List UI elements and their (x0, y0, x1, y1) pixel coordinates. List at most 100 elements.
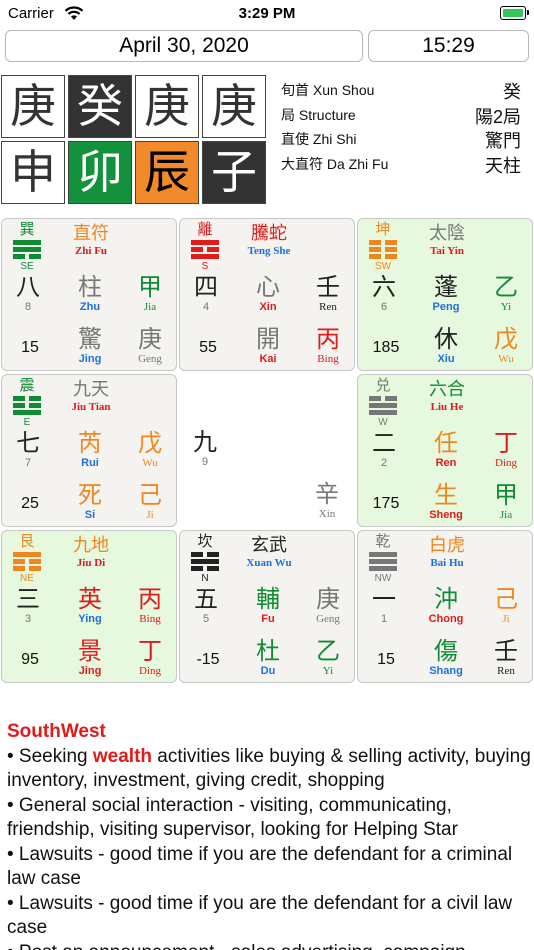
info-value: 天柱 (485, 155, 521, 176)
palace-sw[interactable]: 坤 SW 太陰 Tai Yin 六 6 蓬 Peng 乙 Yi 185 休 Xi… (357, 218, 533, 371)
trigram-name: 兑 (375, 376, 391, 394)
description-line: • General social interaction - visiting,… (7, 794, 458, 841)
deity-pinyin: Zhi Fu (74, 245, 108, 257)
star-name: 蓬 (434, 273, 458, 301)
deity-name: 直符 (73, 223, 109, 244)
trigram-icon (13, 552, 41, 572)
score-number: 25 (21, 495, 39, 512)
info-label: 大直符 Da Zhi Fu (281, 155, 389, 172)
door-pinyin: Jing (78, 665, 102, 677)
palace-n[interactable]: 坎 N 玄武 Xuan Wu 五 5 輔 Fu 庚 Geng -15 杜 Du … (179, 530, 355, 683)
earth-stem: 壬 Ren (494, 637, 518, 677)
trigram-name: 坎 (197, 532, 213, 550)
door-name: 杜 (256, 637, 280, 665)
info-label: 旬首 Xun Shou (281, 82, 375, 98)
door-name: 休 (434, 325, 458, 353)
direction-label: W (378, 417, 388, 428)
door-pinyin: Sheng (429, 509, 463, 521)
trigram-name: 離 (197, 220, 213, 238)
star-block: 沖 Chong (424, 585, 468, 626)
earth-number: 九 9 (193, 428, 217, 468)
deity-name: 騰蛇 (251, 223, 287, 244)
star-name: 芮 (78, 429, 102, 457)
door-pinyin: Jing (78, 353, 102, 365)
heaven-stem: 丙 Bing (138, 585, 162, 625)
trigram-name: 乾 (375, 532, 391, 550)
star-pinyin: Zhu (79, 301, 101, 313)
star-name: 心 (256, 273, 280, 301)
deity-pinyin: Tai Yin (430, 245, 464, 257)
star-pinyin: Peng (432, 301, 460, 313)
battery-charging-icon (500, 6, 529, 20)
star-block: 心 Xin (246, 273, 290, 314)
star-block: 輔 Fu (246, 585, 290, 626)
trigram-icon (369, 396, 397, 416)
deity-pinyin: Liu He (430, 401, 464, 413)
deity-block: 騰蛇 Teng She (246, 223, 292, 258)
deity-name: 玄武 (251, 535, 287, 556)
palace-nw[interactable]: 乾 NW 白虎 Bai Hu 一 1 沖 Chong 己 Ji 15 傷 Sha… (357, 530, 533, 683)
info-value: 驚門 (485, 131, 521, 151)
trigram-name: 震 (19, 376, 35, 394)
palace-w[interactable]: 兑 W 六合 Liu He 二 2 任 Ren 丁 Ding 175 生 She… (357, 374, 533, 527)
time-field[interactable]: 15:29 (368, 30, 529, 62)
trigram-block: 乾 NW (366, 533, 400, 584)
deity-pinyin: Bai Hu (430, 557, 464, 569)
direction-label: E (23, 417, 31, 428)
score-number: 185 (372, 339, 400, 356)
palace-se[interactable]: 巽 SE 直符 Zhi Fu 八 8 柱 Zhu 甲 Jia 15 驚 Jing… (1, 218, 177, 371)
heaven-stem: 丁 Ding (494, 429, 518, 469)
earth-stem: 庚 Geng (138, 325, 162, 365)
door-name: 死 (78, 481, 102, 509)
score-number: 15 (21, 339, 39, 356)
earth-number: 一 1 (372, 585, 396, 625)
door-name: 驚 (78, 325, 102, 353)
star-block: 英 Ying (68, 585, 112, 626)
heaven-stem: 甲 Jia (138, 273, 162, 313)
heaven-stem: 乙 Yi (494, 273, 518, 313)
door-pinyin: Si (84, 509, 96, 521)
trigram-block: 艮 NE (10, 533, 44, 584)
deity-pinyin: Jiu Tian (71, 401, 111, 413)
star-name: 任 (434, 429, 458, 457)
four-pillars: 庚 癸 庚 庚 申 卯 辰 子 (1, 75, 267, 205)
trigram-icon (13, 240, 41, 260)
star-pinyin: Fu (261, 613, 275, 625)
door-block: 傷 Shang (424, 637, 468, 678)
door-name: 傷 (434, 637, 458, 665)
direction-description: SouthWest • Seeking wealth activities li… (7, 720, 531, 950)
trigram-icon (191, 240, 219, 260)
door-block: 驚 Jing (68, 325, 112, 366)
palace-ne[interactable]: 艮 NE 九地 Jiu Di 三 3 英 Ying 丙 Bing 95 景 Ji… (1, 530, 177, 683)
earth-number: 三 3 (16, 585, 40, 625)
chart-info: 旬首 Xun Shou 癸 局 Structure 陽2局 直使 Zhi Shi… (281, 78, 521, 176)
star-block: 柱 Zhu (68, 273, 112, 314)
palace-e[interactable]: 震 E 九天 Jiu Tian 七 7 芮 Rui 戊 Wu 25 死 Si 己… (1, 374, 177, 527)
door-pinyin: Xiu (437, 353, 455, 365)
star-name: 英 (78, 585, 102, 613)
highlight-word: wealth (92, 745, 152, 767)
deity-block: 六合 Liu He (424, 379, 470, 414)
info-row-structure: 局 Structure 陽2局 (281, 103, 521, 128)
deity-block: 九天 Jiu Tian (68, 379, 114, 414)
door-block: 杜 Du (246, 637, 290, 678)
direction-label: SE (20, 261, 34, 272)
description-line: • Lawsuits - good time if you are the de… (7, 892, 513, 939)
star-pinyin: Chong (428, 613, 464, 625)
earth-number: 五 5 (194, 585, 218, 625)
direction-label: S (201, 261, 209, 272)
earth-number: 七 7 (16, 429, 40, 469)
star-pinyin: Ren (435, 457, 457, 469)
deity-block: 九地 Jiu Di (68, 535, 114, 570)
score-number: -15 (196, 651, 220, 668)
palace-s[interactable]: 離 S 騰蛇 Teng She 四 4 心 Xin 壬 Ren 55 開 Kai… (179, 218, 355, 371)
date-field[interactable]: April 30, 2020 (5, 30, 363, 62)
direction-label: NW (374, 573, 392, 584)
deity-pinyin: Jiu Di (76, 557, 106, 569)
description-line: • Post an announcement - sales advertisi… (7, 941, 531, 950)
palace-c[interactable]: 九 9 辛 Xin (179, 374, 355, 527)
earth-stem: 甲 Jia (494, 481, 518, 521)
info-row-xun-shou: 旬首 Xun Shou 癸 (281, 78, 521, 103)
door-name: 景 (78, 637, 102, 665)
trigram-icon (191, 552, 219, 572)
